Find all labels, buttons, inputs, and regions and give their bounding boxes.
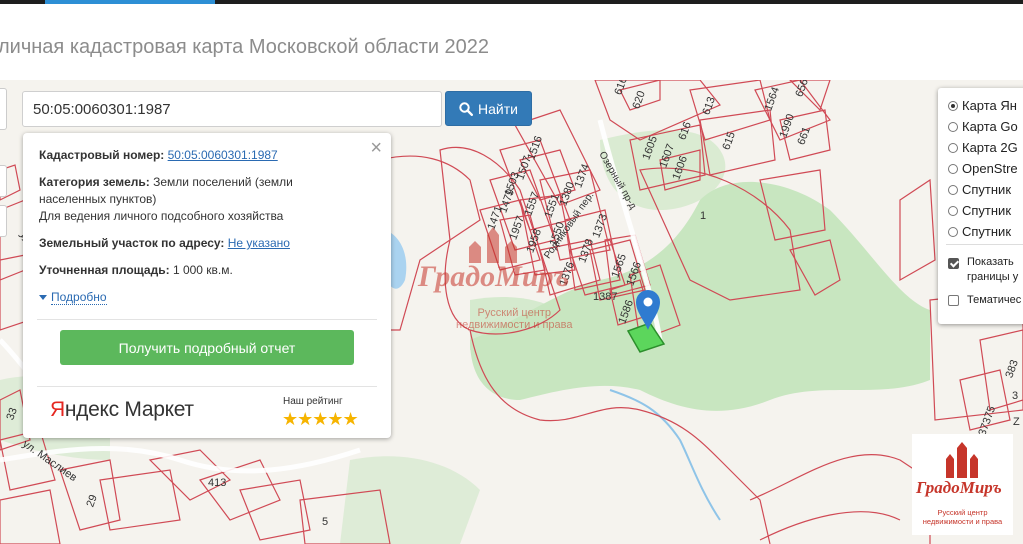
radio-icon[interactable] — [948, 121, 958, 132]
radio-icon[interactable] — [948, 142, 958, 153]
radio-icon[interactable] — [948, 205, 958, 216]
parcel-number: Z — [1013, 416, 1020, 428]
logo-subtitle: Русский центр недвижимости и права — [922, 508, 1003, 526]
church-logo-icon — [946, 442, 978, 478]
layer-option[interactable]: Карта Ян — [948, 98, 1017, 113]
address-row: Земельный участок по адресу: Не указано — [39, 235, 290, 252]
map-control-button[interactable] — [0, 165, 7, 197]
parcel-number: 413 — [208, 477, 227, 489]
land-usage: Для ведения личного подсобного хозяйства — [39, 209, 284, 223]
cadastral-number-row: Кадастровый номер: 50:05:0060301:1987 — [39, 147, 278, 164]
top-bar — [0, 0, 1023, 4]
layer-switcher: Карта Ян Карта Go Карта 2G OpenStre Спут… — [938, 88, 1023, 324]
search-button-label: Найти — [478, 100, 518, 117]
get-report-button[interactable]: Получить подробный отчет — [60, 330, 354, 365]
watermark-subtitle: Русский центр недвижимости и права — [456, 307, 573, 331]
watermark-name: ГрадоМиръ — [418, 260, 570, 293]
parcel-number: 5 — [322, 516, 329, 528]
church-logo-icon — [469, 227, 517, 263]
divider — [946, 244, 1023, 245]
cadastral-number-link[interactable]: 50:05:0060301:1987 — [168, 148, 278, 162]
land-category-value-cont: населенных пунктов) — [39, 192, 157, 206]
radio-icon[interactable] — [948, 100, 958, 111]
map-control-button[interactable] — [0, 205, 7, 237]
watermark: ГрадоМиръ Русский центр недвижимости и пр… — [418, 225, 588, 345]
close-icon[interactable]: × — [370, 138, 382, 158]
address-link[interactable]: Не указано — [228, 236, 290, 250]
parcel-info-popup: × Кадастровый номер: 50:05:0060301:1987 … — [23, 133, 391, 438]
radio-icon[interactable] — [948, 226, 958, 237]
checkbox-icon[interactable] — [948, 295, 959, 306]
details-toggle-label: Подробно — [51, 290, 107, 305]
thematic-option[interactable]: Тематичес — [948, 293, 1021, 308]
caret-down-icon — [39, 295, 47, 300]
layer-option[interactable]: Карта Go — [948, 119, 1018, 134]
parcel-number: 3 — [1012, 390, 1019, 402]
layer-option[interactable]: Спутник — [948, 182, 1011, 197]
land-category-row: Категория земель: Земли поселений (земли — [39, 174, 339, 191]
area-value: 1 000 кв.м. — [172, 263, 233, 277]
radio-icon[interactable] — [948, 163, 958, 174]
active-tab-indicator — [45, 0, 215, 4]
zoom-in-button[interactable] — [0, 88, 7, 130]
layer-option[interactable]: Карта 2G — [948, 140, 1018, 155]
address-label: Земельный участок по адресу: — [39, 236, 225, 250]
checkbox-icon[interactable] — [948, 258, 959, 269]
rating-label: Наш рейтинг — [283, 396, 343, 407]
divider — [37, 386, 377, 387]
land-category-label: Категория земель: — [39, 175, 150, 189]
radio-icon[interactable] — [948, 184, 958, 195]
layer-option[interactable]: OpenStre — [948, 161, 1018, 176]
search-button[interactable]: Найти — [445, 91, 532, 126]
details-toggle[interactable]: Подробно — [39, 290, 107, 305]
area-label: Уточненная площадь: — [39, 263, 170, 277]
layer-option[interactable]: Спутник — [948, 203, 1011, 218]
show-borders-option[interactable]: Показать границы у — [948, 255, 1018, 285]
divider — [37, 319, 377, 320]
parcel-number: 1 — [700, 210, 707, 222]
search-icon — [459, 101, 474, 116]
rating-stars-icon: ★★★★★ — [282, 409, 359, 429]
logo-name: ГрадоМиръ — [916, 478, 1002, 497]
cadastral-search-input[interactable] — [22, 91, 442, 127]
page-title: личная кадастровая карта Московской обла… — [0, 36, 490, 58]
cadastral-number-label: Кадастровый номер: — [39, 148, 165, 162]
area-row: Уточненная площадь: 1 000 кв.м. — [39, 262, 233, 279]
parcel-number: 1387 — [593, 291, 618, 303]
yandex-market-logo[interactable]: Яндекс Маркет — [50, 398, 194, 422]
gradomir-logo: ГрадоМиръ Русский центр недвижимости и пр… — [912, 434, 1013, 535]
land-category-value: Земли поселений (земли — [153, 175, 293, 189]
layer-option[interactable]: Спутник — [948, 224, 1011, 239]
